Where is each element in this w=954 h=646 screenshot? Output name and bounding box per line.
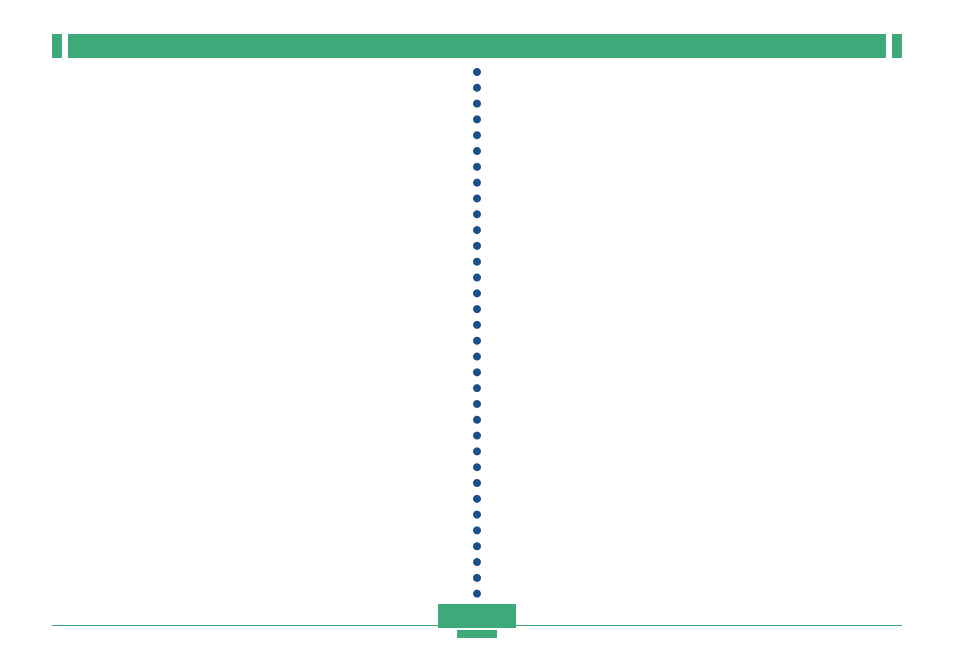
footer-page-marker-big <box>438 604 516 628</box>
header-bar-right-tab <box>892 34 902 58</box>
header-bar-main <box>68 34 886 58</box>
footer-page-marker <box>438 604 516 638</box>
footer-page-marker-small <box>457 630 497 638</box>
header-bar-left-tab <box>52 34 62 58</box>
header-bar <box>52 34 902 58</box>
vertical-dotted-divider <box>473 68 481 598</box>
